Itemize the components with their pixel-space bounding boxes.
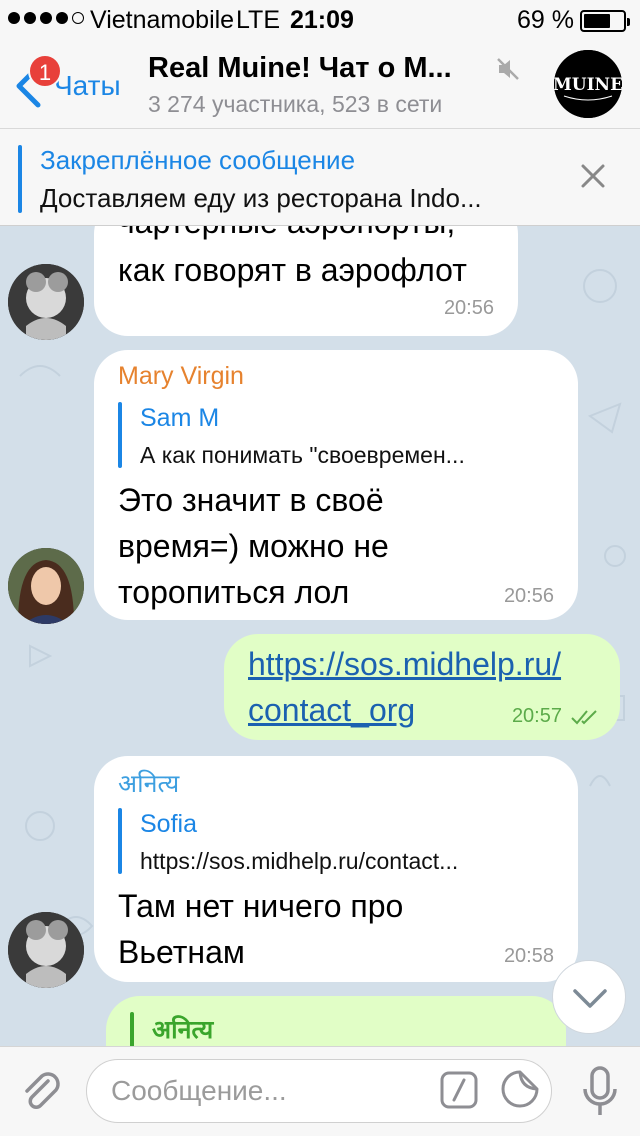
signal-strength-icon [8,12,84,24]
svg-text:MUINE: MUINE [554,75,622,95]
scroll-down-button[interactable] [552,960,626,1034]
status-time: 21:09 [290,6,354,34]
battery-level [584,14,611,28]
network-type: LTE [236,6,280,34]
status-bar: Vietnamobile LTE 21:09 69 % [0,0,640,40]
message-text: время=) можно не [118,528,389,564]
sender-name: अनित्य [118,770,180,798]
chat-header: Чаты 1 Real Muine! Чат о М... 3 274 учас… [0,40,640,128]
group-avatar[interactable]: MUINE [554,50,622,118]
sticker-icon[interactable] [500,1069,540,1109]
message-input-bar [0,1046,640,1136]
paperclip-icon[interactable] [18,1069,66,1117]
message-time: 20:56 [503,585,554,607]
battery-percent: 69 % [517,6,574,34]
battery-icon [580,10,630,32]
muine-logo: MUINE [554,50,622,118]
pinned-title: Закреплённое сообщение [40,145,356,175]
message-time: 20:56 [443,297,494,319]
message-bubble[interactable]: Mary Virgin Sam M А как понимать "своевр… [94,350,578,620]
double-check-icon [571,710,597,725]
message-link[interactable]: https://sos.midhelp.ru/ [248,646,561,683]
pinned-message[interactable]: Закреплённое сообщение Доставляем еду из… [0,128,640,226]
message-text: Вьетнам [118,934,245,970]
message-bubble-outgoing[interactable]: https://sos.midhelp.ru/ contact_org 20:5… [224,634,620,740]
user-photo [8,264,84,340]
reply-sender: Sam M [140,404,220,432]
reply-text: А как понимать "своевремен... [140,442,465,468]
message-text: Там нет ничего про [118,888,404,924]
avatar[interactable] [8,548,84,624]
message-link[interactable]: contact_org [248,692,415,729]
message-time: 20:57 [511,705,562,727]
chat-info[interactable]: Real Muine! Чат о М... 3 274 участника, … [148,52,538,118]
message-input[interactable] [86,1059,552,1123]
unread-badge: 1 [28,54,62,88]
back-button[interactable]: Чаты 1 [14,54,139,108]
sender-name: Mary Virgin [118,362,244,390]
avatar[interactable] [8,264,84,340]
close-icon[interactable] [576,159,610,193]
slash-command-icon[interactable] [440,1071,478,1109]
reply-accent-bar [118,808,122,874]
message-text: как говорят в аэрофлот [118,252,467,288]
message-text: чартерные аэропорты, [118,226,455,241]
carrier-name: Vietnamobile [90,6,235,34]
message-bubble[interactable]: अनित्य Sofia https://sos.midhelp.ru/cont… [94,756,578,982]
message-time: 20:58 [503,945,554,967]
reply-accent-bar [130,1012,134,1046]
muted-speaker-icon [497,58,519,80]
message-list[interactable]: чартерные аэропорты, как говорят в аэроф… [0,226,640,1046]
user-photo [8,548,84,624]
reply-text: https://sos.midhelp.ru/contact... [140,848,459,874]
reply-sender: अनित्य [152,1016,214,1044]
message-text: торопиться лол [118,574,350,610]
chevron-down-icon [573,989,607,1008]
chat-subtitle: 3 274 участника, 523 в сети [148,91,443,117]
microphone-icon[interactable] [580,1065,620,1119]
message-bubble-outgoing[interactable]: अनित्य [106,996,566,1046]
chat-title: Real Muine! Чат о М... [148,52,452,84]
pinned-accent-bar [18,145,22,213]
pinned-text: Доставляем еду из ресторана Indo... [40,183,482,213]
user-photo [8,912,84,988]
message-bubble[interactable]: чартерные аэропорты, как говорят в аэроф… [94,226,518,336]
back-label: Чаты [54,70,121,101]
avatar[interactable] [8,912,84,988]
reply-sender: Sofia [140,810,197,838]
reply-accent-bar [118,402,122,468]
message-text: Это значит в своё [118,482,384,518]
